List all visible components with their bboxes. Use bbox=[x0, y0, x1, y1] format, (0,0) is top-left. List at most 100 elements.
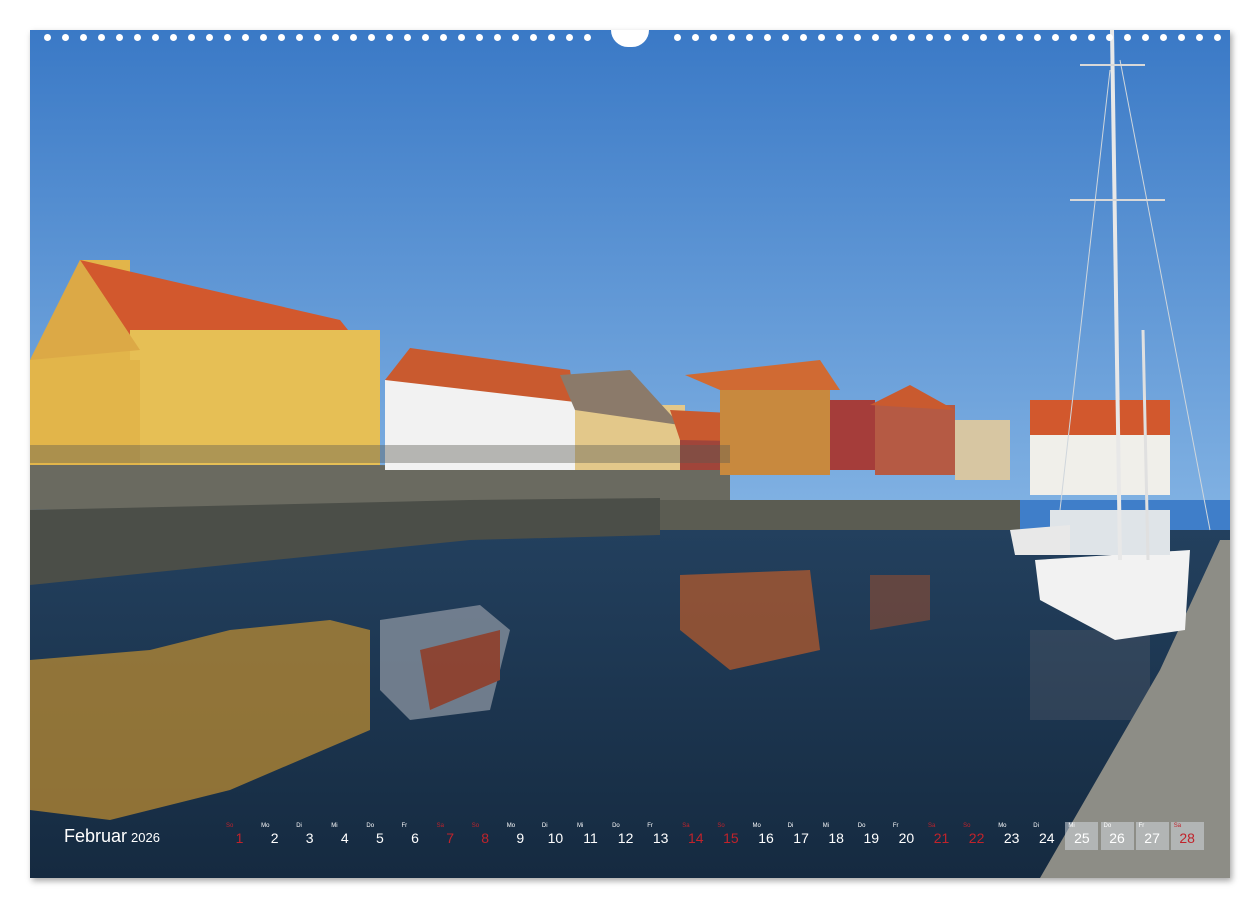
weekday-label: Fr bbox=[1138, 823, 1145, 829]
day-number: 12 bbox=[617, 830, 634, 846]
binding-hole bbox=[206, 34, 213, 41]
binding-hole bbox=[854, 34, 861, 41]
binding-hole bbox=[1160, 34, 1167, 41]
calendar-day: Do 19 bbox=[855, 822, 888, 850]
day-number: 22 bbox=[968, 830, 985, 846]
calendar-day: Mo 9 bbox=[504, 822, 537, 850]
calendar-day: Mi 4 bbox=[328, 822, 361, 850]
weekday-label: Mi bbox=[577, 823, 584, 829]
binding-hole bbox=[1214, 34, 1221, 41]
binding-hole bbox=[350, 34, 357, 41]
calendar-day: Mi 18 bbox=[820, 822, 853, 850]
binding-hole bbox=[440, 34, 447, 41]
calendar-day: Sa 21 bbox=[925, 822, 958, 850]
weekday-label: Mo bbox=[752, 823, 761, 829]
weekday-label: Mo bbox=[998, 823, 1007, 829]
weekday-label: Fr bbox=[401, 823, 408, 829]
binding-hole bbox=[332, 34, 339, 41]
day-number: 9 bbox=[516, 830, 525, 846]
weekday-label: Do bbox=[1103, 823, 1112, 829]
weekday-label: Mo bbox=[506, 823, 516, 829]
harbor-scene bbox=[30, 30, 1230, 878]
binding-hole bbox=[1070, 34, 1077, 41]
calendar-day: Do 5 bbox=[363, 822, 396, 850]
weekday-label: Fr bbox=[892, 823, 899, 829]
weekday-label: Mi bbox=[331, 823, 338, 829]
calendar-day: Mo 23 bbox=[995, 822, 1028, 850]
day-number: 26 bbox=[1109, 830, 1125, 846]
weekday-label: Mi bbox=[1068, 823, 1075, 829]
calendar-day: So 1 bbox=[223, 822, 256, 850]
day-number: 3 bbox=[305, 830, 314, 846]
binding-hole bbox=[224, 34, 231, 41]
binding-hole bbox=[242, 34, 249, 41]
weekday-label: Fr bbox=[647, 823, 653, 829]
binding-hole bbox=[1088, 34, 1095, 41]
binding-hole bbox=[962, 34, 969, 41]
weekday-label: Sa bbox=[928, 823, 936, 829]
day-number: 16 bbox=[758, 830, 774, 846]
binding-hole bbox=[188, 34, 195, 41]
day-number: 14 bbox=[688, 830, 704, 846]
day-number: 28 bbox=[1179, 830, 1195, 846]
year-label: 2026 bbox=[131, 830, 160, 845]
binding-hole bbox=[1142, 34, 1149, 41]
calendar-day: Sa 7 bbox=[434, 822, 467, 850]
day-number: 27 bbox=[1144, 830, 1160, 846]
binding-hole bbox=[80, 34, 87, 41]
weekday-label: Di bbox=[787, 823, 794, 829]
calendar-day: So 22 bbox=[960, 822, 993, 850]
calendar-day: Mi 25 bbox=[1065, 822, 1099, 850]
weekday-label: Sa bbox=[1173, 823, 1182, 829]
weekday-label: So bbox=[471, 823, 480, 829]
weekday-label: Do bbox=[857, 823, 866, 829]
calendar-day: Fr 6 bbox=[399, 822, 432, 850]
calendar-day: Fr 13 bbox=[644, 822, 677, 850]
binding-hole bbox=[566, 34, 573, 41]
binding-hole bbox=[170, 34, 177, 41]
binding-hole bbox=[1106, 34, 1113, 41]
binding-hole bbox=[764, 34, 771, 41]
day-number: 20 bbox=[898, 830, 915, 846]
weekday-label: Sa bbox=[682, 823, 690, 829]
binding-hole bbox=[458, 34, 465, 41]
calendar-day: Di 10 bbox=[539, 822, 572, 850]
binding-hole bbox=[1052, 34, 1059, 41]
binding-hole bbox=[62, 34, 69, 41]
day-number: 4 bbox=[340, 830, 349, 846]
binding-hole bbox=[944, 34, 951, 41]
binding-hole bbox=[1016, 34, 1023, 41]
weekday-label: Di bbox=[1033, 823, 1039, 829]
binding-hole bbox=[584, 34, 591, 41]
weekday-label: Do bbox=[612, 823, 620, 829]
binding-hole bbox=[422, 34, 429, 41]
month-name: Februar bbox=[64, 826, 128, 846]
binding-hole bbox=[1034, 34, 1041, 41]
binding-hole bbox=[800, 34, 807, 41]
weekday-label: Mi bbox=[822, 823, 830, 829]
binding-hole bbox=[1124, 34, 1131, 41]
calendar-page: Februar 2026 So 1 Mo 2 Di 3 Mi 4 Do 5 Fr 6 Sa 7 So 8 Mo 9 D… bbox=[0, 0, 1260, 908]
weekday-label: Mo bbox=[261, 823, 270, 829]
calendar-day: Mo 2 bbox=[258, 822, 291, 850]
day-number: 15 bbox=[723, 830, 739, 846]
day-number: 21 bbox=[933, 830, 950, 846]
weekday-label: So bbox=[963, 823, 971, 829]
day-number: 25 bbox=[1074, 830, 1090, 846]
day-number: 7 bbox=[446, 830, 454, 846]
calendar-day: Sa 14 bbox=[679, 822, 712, 850]
binding-hole bbox=[116, 34, 123, 41]
weekday-label: Di bbox=[296, 823, 302, 829]
right-building bbox=[1030, 400, 1170, 495]
calendar-day: Di 24 bbox=[1030, 822, 1063, 850]
binding-hole bbox=[476, 34, 483, 41]
binding-hole bbox=[908, 34, 915, 41]
weekday-label: So bbox=[226, 823, 234, 829]
binding-hole bbox=[926, 34, 933, 41]
binding-hole bbox=[134, 34, 141, 41]
day-number: 1 bbox=[235, 830, 244, 846]
weekday-label: Sa bbox=[436, 823, 444, 829]
calendar-day: Sa 28 bbox=[1170, 822, 1204, 850]
calendar-strip: Februar 2026 So 1 Mo 2 Di 3 Mi 4 Do 5 Fr 6 Sa 7 So 8 Mo 9 D… bbox=[30, 820, 1230, 852]
day-number: 17 bbox=[793, 830, 809, 846]
